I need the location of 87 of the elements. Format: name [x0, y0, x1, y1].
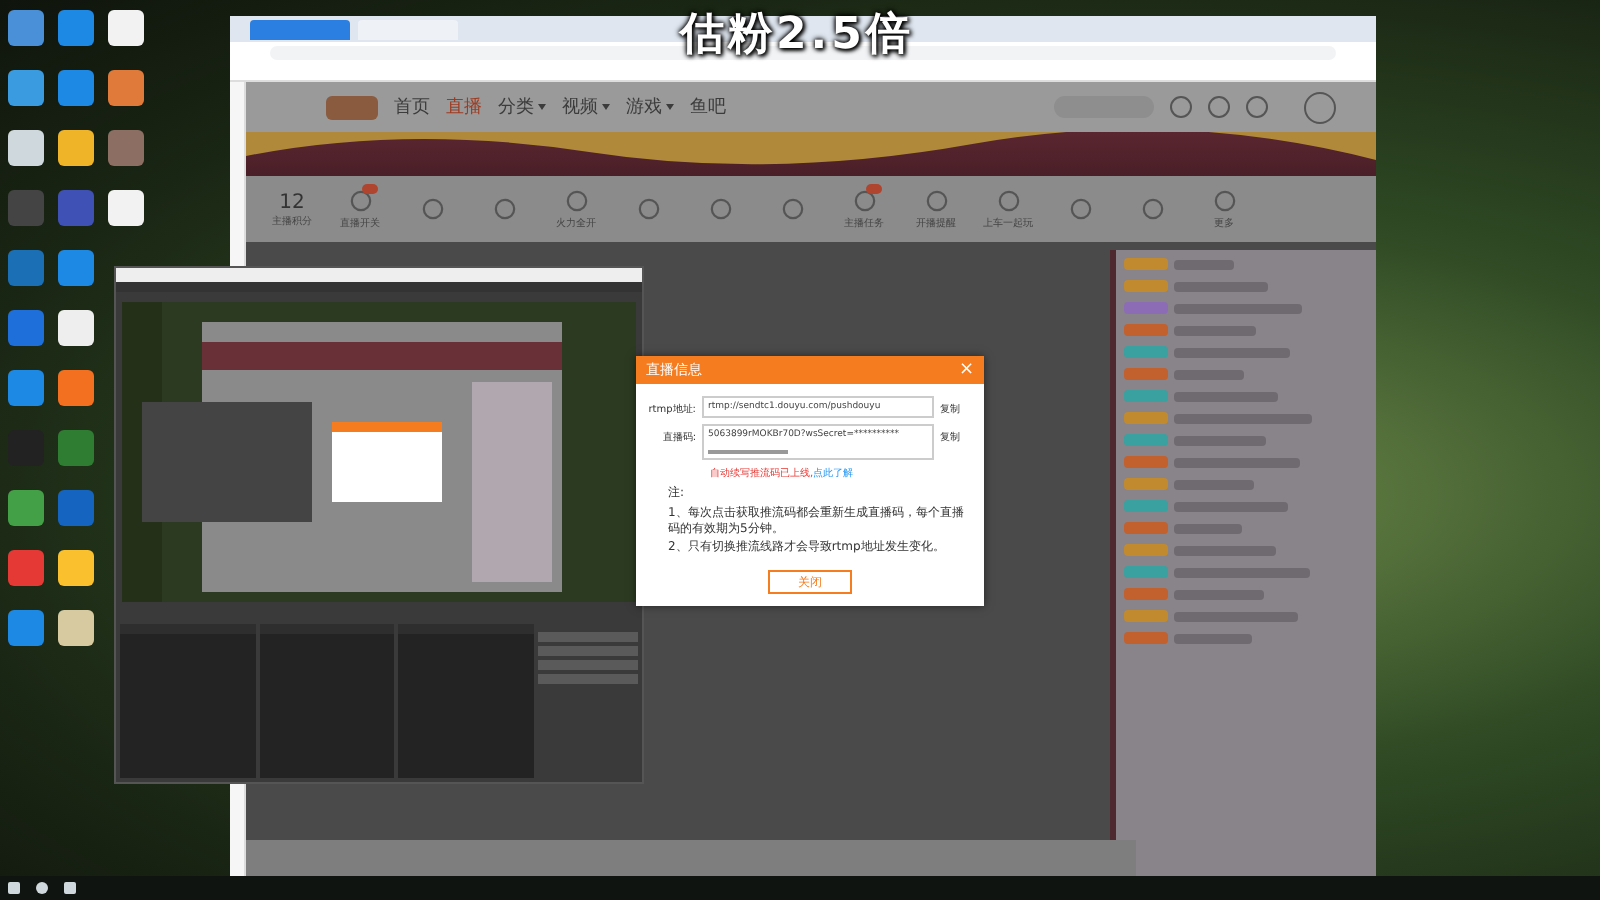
level-badge [1124, 412, 1168, 424]
level-badge [1124, 368, 1168, 380]
tool-icon[interactable] [709, 198, 731, 220]
desktop-app-icon[interactable] [108, 10, 144, 46]
level-badge [1124, 610, 1168, 622]
level-badge [1124, 500, 1168, 512]
desktop-app-icon[interactable] [8, 250, 44, 286]
caret-icon [602, 104, 610, 111]
chat-message [1174, 501, 1288, 511]
score-value: 12 [279, 191, 305, 213]
chat-message [1174, 435, 1266, 445]
chat-message [1174, 391, 1278, 401]
tool-icon[interactable] [853, 189, 875, 211]
desktop-app-icon[interactable] [58, 250, 94, 286]
chat-message [1174, 259, 1234, 269]
desktop-app-icon[interactable] [8, 10, 44, 46]
level-badge [1124, 588, 1168, 600]
level-badge [1124, 478, 1168, 490]
desktop-app-icon[interactable] [58, 10, 94, 46]
close-button[interactable]: × [958, 360, 974, 380]
search-icon[interactable] [36, 882, 48, 894]
tool-icon[interactable] [421, 198, 443, 220]
desktop-app-icon[interactable] [58, 130, 94, 166]
level-badge [1124, 280, 1168, 292]
site-logo[interactable] [326, 95, 378, 119]
chat-message [1174, 479, 1254, 489]
desktop-app-icon[interactable] [58, 70, 94, 106]
avatar-icon[interactable] [1304, 91, 1336, 123]
tool-icon[interactable] [1069, 198, 1091, 220]
desktop-app-icon[interactable] [108, 70, 144, 106]
tool-icon[interactable] [1141, 198, 1163, 220]
level-badge [1124, 566, 1168, 578]
desktop-app-icon[interactable] [8, 490, 44, 526]
desktop-app-icon[interactable] [8, 70, 44, 106]
desktop-app-icon[interactable] [58, 310, 94, 346]
chat-message [1174, 545, 1276, 555]
tool-icon[interactable] [781, 198, 803, 220]
chat-message [1174, 303, 1302, 313]
video-caption: 估粉2.5倍 [680, 6, 914, 64]
desktop-app-icon[interactable] [58, 550, 94, 586]
level-badge [1124, 544, 1168, 556]
level-badge [1124, 346, 1168, 358]
tool-icon[interactable] [493, 198, 515, 220]
level-badge [1124, 302, 1168, 314]
tool-icon[interactable] [349, 189, 371, 211]
level-badge [1124, 522, 1168, 534]
task-view-icon[interactable] [64, 882, 76, 894]
level-badge [1124, 434, 1168, 446]
level-badge [1124, 324, 1168, 336]
nav-link[interactable]: 分类 [498, 94, 546, 120]
desktop-app-icon[interactable] [8, 610, 44, 646]
tool-icon[interactable] [997, 189, 1019, 211]
nav-link[interactable]: 游戏 [626, 94, 674, 120]
nav-link[interactable]: 直播 [446, 94, 482, 120]
chat-message [1174, 589, 1264, 599]
nav-link[interactable]: 视频 [562, 94, 610, 120]
level-badge [1124, 258, 1168, 270]
tool-icon[interactable] [1213, 189, 1235, 211]
chat-message [1174, 325, 1256, 335]
caret-icon [666, 104, 674, 111]
desktop-app-icon[interactable] [8, 550, 44, 586]
desktop-app-icon[interactable] [8, 130, 44, 166]
nav-link[interactable]: 鱼吧 [690, 94, 726, 120]
tool-icon[interactable] [925, 189, 947, 211]
desktop-app-icon[interactable] [108, 190, 144, 226]
chat-message [1174, 281, 1268, 291]
tool-icon[interactable] [565, 189, 587, 211]
chat-message [1174, 633, 1252, 643]
desktop-app-icon[interactable] [58, 610, 94, 646]
desktop-app-icon[interactable] [108, 130, 144, 166]
nav-link[interactable]: 首页 [394, 94, 430, 120]
chat-message [1174, 347, 1290, 357]
level-badge [1124, 390, 1168, 402]
chat-message [1174, 457, 1300, 467]
desktop-app-icon[interactable] [8, 370, 44, 406]
level-badge [1124, 456, 1168, 468]
chat-message [1174, 567, 1310, 577]
level-badge [1124, 632, 1168, 644]
chat-message [1174, 523, 1242, 533]
caret-icon [538, 104, 546, 111]
chat-message [1174, 369, 1244, 379]
tool-icon[interactable] [637, 198, 659, 220]
chat-message [1174, 611, 1298, 621]
desktop-app-icon[interactable] [58, 370, 94, 406]
start-icon[interactable] [8, 882, 20, 894]
chat-message [1174, 413, 1312, 423]
desktop-app-icon[interactable] [8, 310, 44, 346]
